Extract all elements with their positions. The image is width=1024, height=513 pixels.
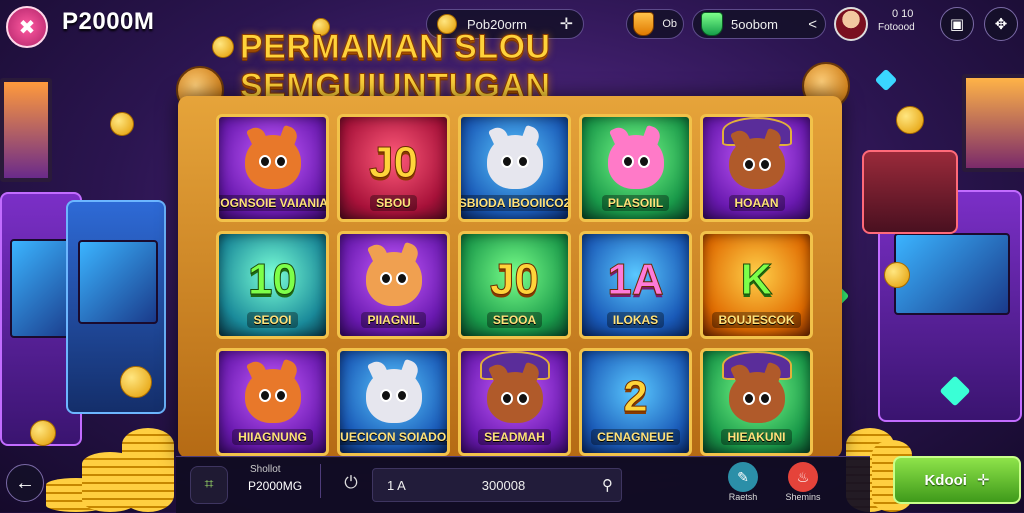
fox-character-icon xyxy=(244,369,301,423)
reel-symbol: 1A xyxy=(607,255,664,304)
reel-tile: SBIODA IBOOIICO2 xyxy=(458,114,571,222)
reel-tile: K BOUJESCOK xyxy=(700,231,813,339)
reel-tile: HIEAKUNI xyxy=(700,348,813,456)
reel-caption: CENAGNEUE xyxy=(591,429,680,445)
back-arrow-icon[interactable]: ← xyxy=(6,464,44,502)
floating-coin xyxy=(120,366,152,398)
husky-character-icon xyxy=(486,135,543,189)
reel-symbol: J0 xyxy=(369,138,419,187)
reel-caption: HIOGNSOIE VAIANIAK xyxy=(219,195,326,211)
reel-tile: PIIAGNIL xyxy=(337,231,450,339)
paint-icon: ✎ xyxy=(728,462,758,492)
play-button[interactable]: Kdooi ✛ xyxy=(893,456,1021,504)
wall-painting-left xyxy=(0,78,52,182)
cat-character-icon xyxy=(365,252,422,306)
coin-stack xyxy=(122,428,174,512)
reel-symbol: 10 xyxy=(248,255,298,304)
reel-tile: J0 SEOOA xyxy=(458,231,571,339)
reel-tile: PLASOIIL xyxy=(579,114,692,222)
wizard-beaver-character-icon xyxy=(728,371,785,423)
power-icon[interactable]: ⏻ xyxy=(338,470,364,496)
reel-caption: SEOOA xyxy=(486,312,543,328)
profile-line-1: 0 10 xyxy=(892,8,914,20)
reel-caption: ILOKAS xyxy=(606,312,665,328)
reel-grid: HIOGNSOIE VAIANIAK J0 SBOU SBIODA IBOOIICO2… xyxy=(216,114,814,456)
gamepad-cross-icon[interactable]: ✖ xyxy=(6,6,48,48)
reel-caption: PLASOIIL xyxy=(601,195,670,211)
reel-tile: 2 CENAGNEUE xyxy=(579,348,692,456)
reel-symbol: K xyxy=(740,255,773,304)
reel-caption: SEOOI xyxy=(247,312,298,328)
reel-caption: BOUJESCOK xyxy=(712,312,801,328)
search-icon[interactable]: ⚲ xyxy=(602,476,613,494)
bet-value-left: 1 A xyxy=(387,477,406,493)
reel-caption: SUECICON SOIADOA xyxy=(340,429,447,445)
share-icon[interactable]: < xyxy=(808,16,817,33)
bet-search-field[interactable]: 1 A 300008 ⚲ xyxy=(372,468,622,502)
reel-caption: SBIODA IBOOIICO2 xyxy=(461,195,568,211)
reel-caption: HIIAGNUNG xyxy=(232,429,313,445)
reel-caption: PIIAGNIL xyxy=(361,312,426,328)
reel-tile: HIIAGNUNG xyxy=(216,348,329,456)
reel-symbol: 2 xyxy=(623,372,649,421)
wallet-label: Shollot xyxy=(250,464,281,475)
wizard-beaver-character-icon xyxy=(728,137,785,189)
reel-tile: SUECICON SOIADOA xyxy=(337,348,450,456)
reel-caption: HIEAKUNI xyxy=(721,429,792,445)
reel-caption: SEADMAH xyxy=(478,429,551,445)
avatar[interactable] xyxy=(834,7,868,41)
wallet-value: P2000MG xyxy=(248,479,303,493)
reel-tile: HIOGNSOIE VAIANIAK xyxy=(216,114,329,222)
action-raetsh[interactable]: ✎ Raetsh xyxy=(718,462,768,502)
settings-icon[interactable]: ✥ xyxy=(984,7,1018,41)
reel-caption: SBOU xyxy=(370,195,417,211)
bet-value-right: 300008 xyxy=(481,477,526,493)
arcade-machine-right-2 xyxy=(862,150,958,234)
wall-painting-right xyxy=(962,74,1024,172)
game-title-banner: PERMAMAN SLOU SEMGUIUNTUGAN xyxy=(240,28,551,106)
reel-tile: 1A ILOKAS xyxy=(579,231,692,339)
pink-cat-character-icon xyxy=(607,135,664,189)
floating-coin xyxy=(884,262,910,288)
reel-tile: 10 SEOOI xyxy=(216,231,329,339)
autospin-icon[interactable]: ⌗ xyxy=(190,466,228,504)
reel-symbol: J0 xyxy=(490,255,540,304)
action-label: Raetsh xyxy=(728,492,758,502)
app-title: P2000M xyxy=(62,8,155,35)
action-shemins[interactable]: ♨ Shemins xyxy=(778,462,828,502)
action-label: Shemins xyxy=(785,492,821,502)
divider xyxy=(320,464,321,498)
floating-coin xyxy=(212,36,234,58)
floating-coin xyxy=(30,420,56,446)
floating-coin xyxy=(896,106,924,134)
profile-line-2: Fotoood xyxy=(878,22,915,33)
reel-tile: SEADMAH xyxy=(458,348,571,456)
fire-icon: ♨ xyxy=(788,462,818,492)
husky-character-icon xyxy=(365,369,422,423)
play-button-label: Kdooi xyxy=(924,471,967,489)
plus-icon: ✛ xyxy=(976,472,990,489)
wizard-beaver-character-icon xyxy=(486,371,543,423)
reel-tile: J0 SBOU xyxy=(337,114,450,222)
gem xyxy=(874,68,898,92)
reel-tile: HOAAN xyxy=(700,114,813,222)
fox-character-icon xyxy=(244,135,301,189)
floating-coin xyxy=(110,112,134,136)
save-icon[interactable]: ▣ xyxy=(940,7,974,41)
reel-caption: HOAAN xyxy=(728,195,785,211)
